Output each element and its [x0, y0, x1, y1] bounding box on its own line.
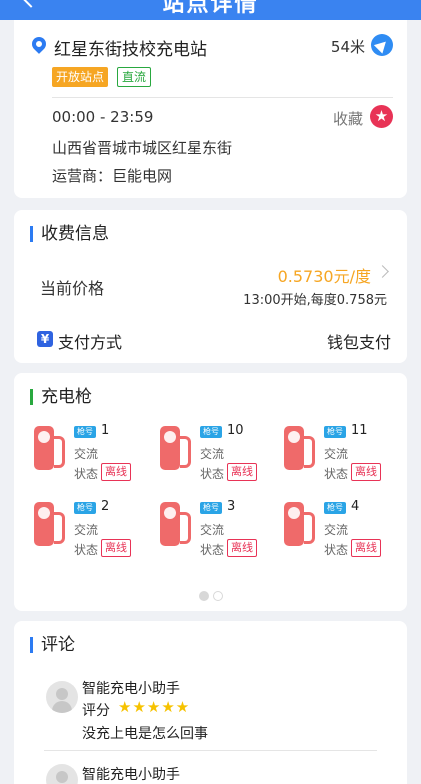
comment-text: 没充上电是怎么回事 — [82, 726, 208, 742]
station-operator: 运营商：巨能电网 — [52, 167, 173, 185]
gun-number-badge: 枪号 — [324, 502, 346, 514]
gun-status-label: 状态 — [200, 467, 225, 481]
gun-number: 11 — [351, 423, 368, 438]
station-name: 红星东街技校充电站 — [54, 40, 207, 60]
gun-status-badge: 离线 — [227, 463, 257, 481]
open-station-tag: 开放站点 — [52, 67, 109, 87]
fee-card: 收费信息 当前价格 0.5730元/度 13:00开始,每度0.758元 ¥ 支… — [14, 210, 407, 363]
header-bar: 站点详情 — [0, 0, 421, 20]
gun-type: 交流 — [74, 523, 99, 537]
gun-type: 交流 — [200, 523, 225, 537]
rating-stars: ★★★★★ — [118, 698, 191, 716]
divider — [52, 97, 393, 98]
chevron-right-icon[interactable] — [376, 265, 389, 278]
pager-dot-active[interactable] — [198, 591, 209, 601]
opening-hours: 00:00 - 23:59 — [52, 108, 154, 126]
gun-type: 交流 — [74, 447, 99, 461]
gun-status-badge: 离线 — [101, 463, 131, 481]
price-label: 当前价格 — [40, 279, 105, 298]
gun-status-label: 状态 — [324, 467, 349, 481]
charging-pump-icon — [34, 426, 65, 470]
gun-number-badge: 枪号 — [74, 502, 96, 514]
gun-status-label: 状态 — [74, 543, 99, 557]
station-address: 山西省晋城市城区红星东街 — [52, 139, 233, 157]
gun-number-badge: 枪号 — [200, 426, 222, 438]
gun-number: 1 — [101, 423, 110, 438]
gun-number: 4 — [351, 499, 360, 514]
gun-item[interactable]: 枪号 2 交流 状态 离线 — [34, 499, 144, 561]
price-note: 13:00开始,每度0.758元 — [243, 293, 387, 308]
charging-pump-icon — [160, 502, 191, 546]
charging-pump-icon — [284, 502, 315, 546]
gun-number-badge: 枪号 — [324, 426, 346, 438]
page-title: 站点详情 — [162, 0, 259, 17]
gun-status-badge: 离线 — [101, 539, 131, 557]
gun-number: 2 — [101, 499, 110, 514]
pager-dots — [14, 586, 407, 605]
gun-status-label: 状态 — [324, 543, 349, 557]
gun-status-badge: 离线 — [227, 539, 257, 557]
charging-pump-icon — [34, 502, 65, 546]
station-card: 红星东街技校充电站 54米 开放站点 直流 00:00 - 23:59 收藏 ★… — [14, 20, 407, 198]
avatar-icon — [46, 764, 78, 784]
gun-item[interactable]: 枪号 1 交流 状态 离线 — [34, 423, 144, 485]
comment-divider — [44, 750, 377, 751]
gun-section-title: 充电枪 — [30, 389, 92, 406]
gun-status-badge: 离线 — [351, 539, 381, 557]
comment-username: 智能充电小助手 — [82, 681, 180, 697]
gun-type: 交流 — [324, 447, 349, 461]
avatar-icon — [46, 681, 78, 713]
gun-number: 3 — [227, 499, 236, 514]
comment-card: 评论 智能充电小助手 评分 ★★★★★ 没充上电是怎么回事 智能充电小助手 — [14, 621, 407, 784]
charging-pump-icon — [160, 426, 191, 470]
favorite-label[interactable]: 收藏 — [333, 108, 363, 129]
gun-number: 10 — [227, 423, 244, 438]
price-value[interactable]: 0.5730元/度 — [278, 263, 371, 287]
gun-number-badge: 枪号 — [200, 502, 222, 514]
payment-method-label: 支付方式 — [58, 333, 123, 352]
gun-item[interactable]: 枪号 10 交流 状态 离线 — [160, 423, 270, 485]
distance-text: 54米 — [330, 38, 365, 56]
gun-status-badge: 离线 — [351, 463, 381, 481]
charging-gun-card: 充电枪 枪号 1 交流 状态 离线 枪号 10 交流 状态 离线 枪号 11 交… — [14, 373, 407, 611]
dc-tag: 直流 — [117, 67, 152, 87]
fee-section-title: 收费信息 — [30, 226, 109, 243]
star-icon[interactable]: ★ — [370, 105, 393, 128]
payment-method-value: 钱包支付 — [326, 333, 391, 352]
charging-pump-icon — [284, 426, 315, 470]
pager-dot[interactable] — [212, 591, 223, 601]
gun-number-badge: 枪号 — [74, 426, 96, 438]
comment-username: 智能充电小助手 — [82, 767, 180, 783]
gun-item[interactable]: 枪号 4 交流 状态 离线 — [284, 499, 394, 561]
location-pin-icon — [29, 34, 49, 54]
gun-status-label: 状态 — [200, 543, 225, 557]
gun-type: 交流 — [324, 523, 349, 537]
comment-section-title: 评论 — [30, 637, 75, 654]
rating-label: 评分 — [82, 703, 110, 719]
navigate-icon[interactable] — [371, 34, 393, 56]
gun-item[interactable]: 枪号 3 交流 状态 离线 — [160, 499, 270, 561]
yen-icon: ¥ — [37, 331, 53, 347]
gun-status-label: 状态 — [74, 467, 99, 481]
gun-type: 交流 — [200, 447, 225, 461]
gun-item[interactable]: 枪号 11 交流 状态 离线 — [284, 423, 394, 485]
